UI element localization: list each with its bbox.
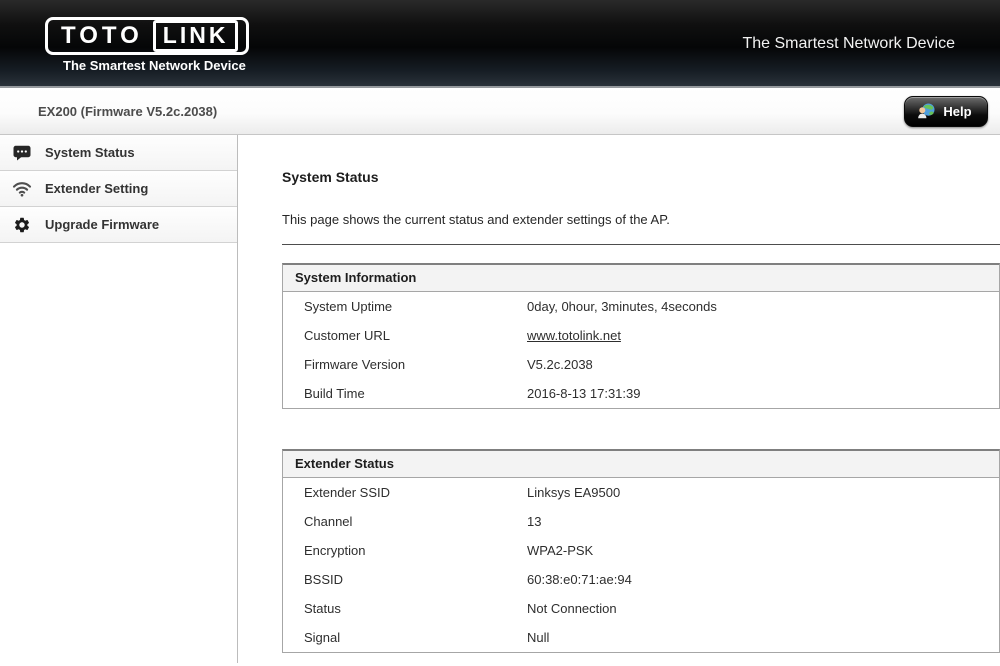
- table-body: Extender SSID Linksys EA9500 Channel 13 …: [283, 478, 999, 652]
- row-label: Encryption: [283, 543, 527, 558]
- row-value: Null: [527, 630, 549, 645]
- sidebar-item-label: Upgrade Firmware: [45, 217, 159, 232]
- row-label: Channel: [283, 514, 527, 529]
- main-layout: System Status Extender Setting Upgrade F…: [0, 135, 1000, 663]
- table-row: System Uptime 0day, 0hour, 3minutes, 4se…: [283, 292, 999, 321]
- page-description: This page shows the current status and e…: [282, 212, 1000, 227]
- sidebar: System Status Extender Setting Upgrade F…: [0, 135, 238, 663]
- table-row: Channel 13: [283, 507, 999, 536]
- gear-icon: [12, 216, 32, 234]
- table-body: System Uptime 0day, 0hour, 3minutes, 4se…: [283, 292, 999, 408]
- brand-header: TOTO LINK The Smartest Network Device Th…: [0, 0, 1000, 88]
- customer-url-link[interactable]: www.totolink.net: [527, 328, 621, 343]
- table-title: Extender Status: [283, 451, 999, 478]
- table-row: Customer URL www.totolink.net: [283, 321, 999, 350]
- row-value: V5.2c.2038: [527, 357, 593, 372]
- row-label: Status: [283, 601, 527, 616]
- logo-link-text: LINK: [163, 22, 229, 48]
- row-label: BSSID: [283, 572, 527, 587]
- sidebar-item-system-status[interactable]: System Status: [0, 135, 237, 171]
- row-label: System Uptime: [283, 299, 527, 314]
- header-tagline: The Smartest Network Device: [742, 35, 955, 53]
- toolbar: EX200 (Firmware V5.2c.2038) Help: [0, 88, 1000, 135]
- sidebar-item-upgrade-firmware[interactable]: Upgrade Firmware: [0, 207, 237, 243]
- sidebar-item-label: System Status: [45, 145, 135, 160]
- wifi-icon: [12, 181, 32, 197]
- row-label: Customer URL: [283, 328, 527, 343]
- logo-tagline: The Smartest Network Device: [63, 58, 246, 73]
- help-globe-icon: [916, 102, 936, 122]
- row-label: Signal: [283, 630, 527, 645]
- table-row: Signal Null: [283, 623, 999, 652]
- row-label: Build Time: [283, 386, 527, 401]
- row-label: Firmware Version: [283, 357, 527, 372]
- table-row: Encryption WPA2-PSK: [283, 536, 999, 565]
- table-row: Build Time 2016-8-13 17:31:39: [283, 379, 999, 408]
- help-button-label: Help: [943, 104, 971, 119]
- sidebar-item-label: Extender Setting: [45, 181, 148, 196]
- content-divider: [282, 244, 1000, 245]
- table-row: Firmware Version V5.2c.2038: [283, 350, 999, 379]
- sidebar-item-extender-setting[interactable]: Extender Setting: [0, 171, 237, 207]
- device-firmware-label: EX200 (Firmware V5.2c.2038): [38, 104, 217, 119]
- row-value: WPA2-PSK: [527, 543, 593, 558]
- extender-status-table: Extender Status Extender SSID Linksys EA…: [282, 449, 1000, 653]
- chat-icon: [12, 145, 32, 161]
- totolink-logo: TOTO LINK: [45, 17, 249, 55]
- table-row: BSSID 60:38:e0:71:ae:94: [283, 565, 999, 594]
- logo-link-box: LINK: [153, 20, 239, 52]
- table-row: Extender SSID Linksys EA9500: [283, 478, 999, 507]
- row-value: 13: [527, 514, 541, 529]
- system-information-table: System Information System Uptime 0day, 0…: [282, 263, 1000, 409]
- row-value: 0day, 0hour, 3minutes, 4seconds: [527, 299, 717, 314]
- content-area: System Status This page shows the curren…: [238, 135, 1000, 663]
- row-value: Not Connection: [527, 601, 617, 616]
- help-button[interactable]: Help: [904, 96, 988, 127]
- page-title: System Status: [282, 169, 1000, 185]
- row-value: Linksys EA9500: [527, 485, 620, 500]
- table-row: Status Not Connection: [283, 594, 999, 623]
- row-value: 2016-8-13 17:31:39: [527, 386, 640, 401]
- table-title: System Information: [283, 265, 999, 292]
- logo-toto-text: TOTO: [61, 24, 143, 48]
- row-label: Extender SSID: [283, 485, 527, 500]
- row-value: 60:38:e0:71:ae:94: [527, 572, 632, 587]
